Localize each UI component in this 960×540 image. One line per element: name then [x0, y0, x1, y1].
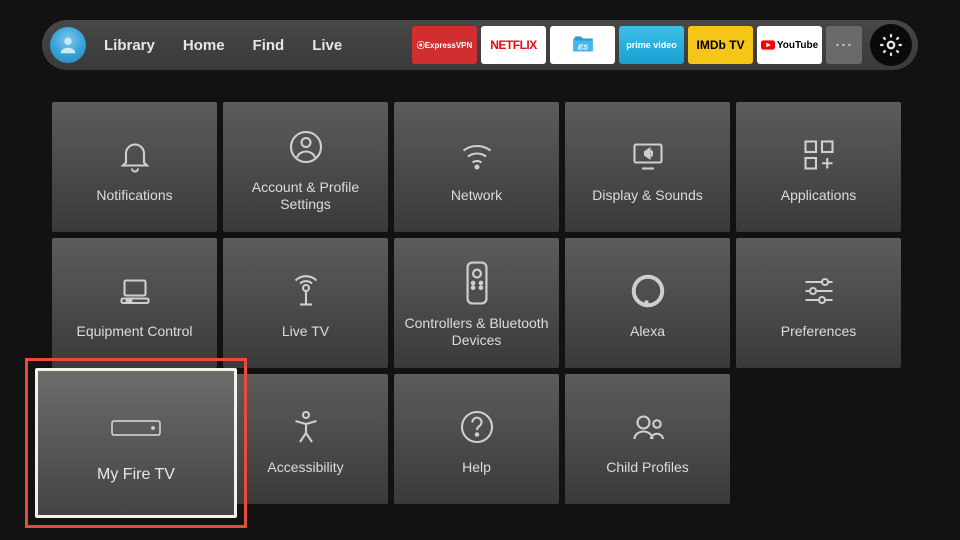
apps-grid-icon [801, 129, 837, 181]
nav-live[interactable]: Live [312, 37, 342, 54]
alexa-icon [629, 265, 667, 317]
tile-my-fire-tv[interactable]: My Fire TV [35, 368, 237, 518]
nav-tabs: Library Home Find Live [104, 37, 342, 54]
tile-label: Applications [781, 187, 857, 205]
app-youtube-label: YouTube [777, 40, 818, 51]
tile-notifications[interactable]: Notifications [52, 102, 217, 232]
tile-alexa[interactable]: Alexa [565, 238, 730, 368]
tile-label: Help [462, 459, 491, 477]
app-expressvpn[interactable]: ⦿ ExpressVPN [412, 26, 477, 64]
nav-library[interactable]: Library [104, 37, 155, 54]
help-icon [459, 401, 495, 453]
tile-label: Network [451, 187, 502, 205]
monitor-sound-icon [628, 129, 668, 181]
remote-icon [465, 257, 489, 309]
fire-tv-box-icon [111, 401, 161, 455]
sliders-icon [799, 265, 839, 317]
settings-button[interactable] [870, 24, 912, 66]
app-file-explorer[interactable]: ES [550, 26, 615, 64]
app-youtube[interactable]: YouTube [757, 26, 822, 64]
tile-equipment-control[interactable]: Equipment Control [52, 238, 217, 368]
tile-label: Accessibility [267, 459, 343, 477]
tile-network[interactable]: Network [394, 102, 559, 232]
focus-highlight: My Fire TV [25, 358, 247, 528]
tile-live-tv[interactable]: Live TV [223, 238, 388, 368]
tile-label: Notifications [96, 187, 172, 205]
top-nav-bar: Library Home Find Live ⦿ ExpressVPN NETF… [42, 20, 918, 70]
tile-preferences[interactable]: Preferences [736, 238, 901, 368]
tile-label: Preferences [781, 323, 856, 341]
antenna-icon [288, 265, 324, 317]
user-icon [57, 34, 79, 56]
bell-icon [117, 129, 153, 181]
app-shortcuts: ⦿ ExpressVPN NETFLIX ES prime video IMDb… [412, 24, 912, 66]
tile-label: Equipment Control [77, 323, 193, 341]
tile-label: Controllers & Bluetooth Devices [402, 315, 551, 350]
app-netflix[interactable]: NETFLIX [481, 26, 546, 64]
wifi-icon [457, 129, 497, 181]
tile-label: Child Profiles [606, 459, 688, 477]
folder-icon: ES [570, 32, 596, 58]
profile-avatar[interactable] [50, 27, 86, 63]
tile-label: Display & Sounds [592, 187, 703, 205]
gear-icon [878, 32, 904, 58]
tile-child-profiles[interactable]: Child Profiles [565, 374, 730, 504]
tile-display-sounds[interactable]: Display & Sounds [565, 102, 730, 232]
tile-account[interactable]: Account & Profile Settings [223, 102, 388, 232]
app-expressvpn-label: ExpressVPN [425, 41, 473, 50]
tile-controllers-bluetooth[interactable]: Controllers & Bluetooth Devices [394, 238, 559, 368]
tile-accessibility[interactable]: Accessibility [223, 374, 388, 504]
tile-label: My Fire TV [97, 465, 175, 485]
equipment-icon [115, 265, 155, 317]
nav-find[interactable]: Find [253, 37, 285, 54]
tile-label: Account & Profile Settings [231, 179, 380, 214]
more-apps-button[interactable]: ⋯ [826, 26, 862, 64]
app-prime-video[interactable]: prime video [619, 26, 684, 64]
accessibility-icon [288, 401, 324, 453]
youtube-play-icon [761, 40, 775, 50]
tile-help[interactable]: Help [394, 374, 559, 504]
app-imdb-tv[interactable]: IMDb TV [688, 26, 753, 64]
child-profile-icon [628, 401, 668, 453]
tile-label: Alexa [630, 323, 665, 341]
svg-text:ES: ES [577, 42, 587, 51]
nav-home[interactable]: Home [183, 37, 225, 54]
user-circle-icon [288, 121, 324, 173]
tile-applications[interactable]: Applications [736, 102, 901, 232]
tile-label: Live TV [282, 323, 329, 341]
